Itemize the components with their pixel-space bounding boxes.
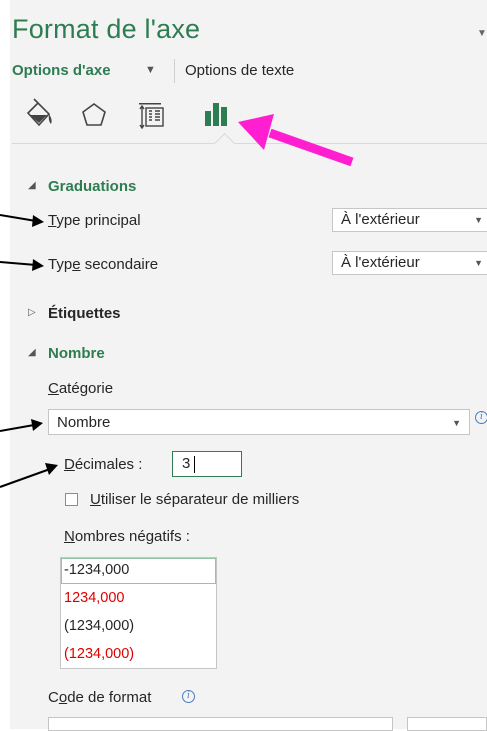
info-icon[interactable]: i [475,411,487,424]
info-icon[interactable]: i [182,690,195,703]
negative-numbers-label: Nombres négatifs : [64,528,190,545]
selected-icon-notch [213,132,236,155]
size-properties-icon[interactable] [133,98,167,132]
major-tick-type-dropdown[interactable]: À l'extérieur ▼ [332,208,487,232]
expanded-triangle-icon: ◢ [28,180,36,191]
list-item[interactable]: -1234,000 [64,562,129,578]
section-etiquettes-label: Étiquettes [48,305,121,322]
text-cursor [194,456,195,473]
tab-text-options[interactable]: Options de texte [185,62,294,79]
section-nombre-label: Nombre [48,345,105,362]
major-tick-type-value: À l'extérieur [341,211,420,228]
category-label: Catégorie [48,380,114,397]
category-dropdown[interactable]: Nombre ▼ [48,409,470,435]
minor-tick-type-dropdown[interactable]: À l'extérieur ▼ [332,251,487,275]
format-code-label: Code de format [48,689,152,706]
negative-numbers-list[interactable]: -1234,000 1234,000 (1234,000) (1234,000) [60,557,217,669]
fill-line-icon[interactable] [22,98,56,132]
icons-divider [12,143,487,144]
chevron-down-icon: ▼ [474,215,483,225]
list-item[interactable]: (1234,000) [64,646,134,662]
thousands-separator-checkbox[interactable] [65,493,78,506]
major-tick-type-label: Type principal [48,212,141,229]
minor-tick-type-label: Type secondaire [48,256,159,273]
effects-icon[interactable] [77,98,111,132]
list-item[interactable]: (1234,000) [64,618,134,634]
chevron-down-icon: ▼ [474,258,483,268]
chevron-down-icon: ▼ [452,418,461,428]
tab-axis-options-caret-icon[interactable]: ▼ [145,64,156,76]
collapsed-triangle-icon: ▷ [28,307,36,318]
decimals-label: Décimales : [64,456,143,473]
minor-tick-type-value: À l'extérieur [341,254,420,271]
format-axis-pane: Format de l'axe ▼ Options d'axe ▼ Option… [0,0,487,731]
expanded-triangle-icon: ◢ [28,347,36,358]
pane-title: Format de l'axe [12,14,201,44]
category-value: Nombre [57,414,111,431]
tab-axis-options[interactable]: Options d'axe [12,62,111,79]
decimals-input[interactable]: 3 [172,451,242,477]
title-dropdown-icon[interactable]: ▼ [477,28,487,39]
decimals-value: 3 [182,455,191,472]
pane-left-strip [0,0,10,729]
list-item[interactable]: 1234,000 [64,590,124,606]
section-graduations-label: Graduations [48,178,137,195]
tab-separator [174,59,175,83]
axis-options-icon[interactable] [199,98,233,132]
thousands-separator-label[interactable]: Utiliser le séparateur de milliers [90,491,299,508]
